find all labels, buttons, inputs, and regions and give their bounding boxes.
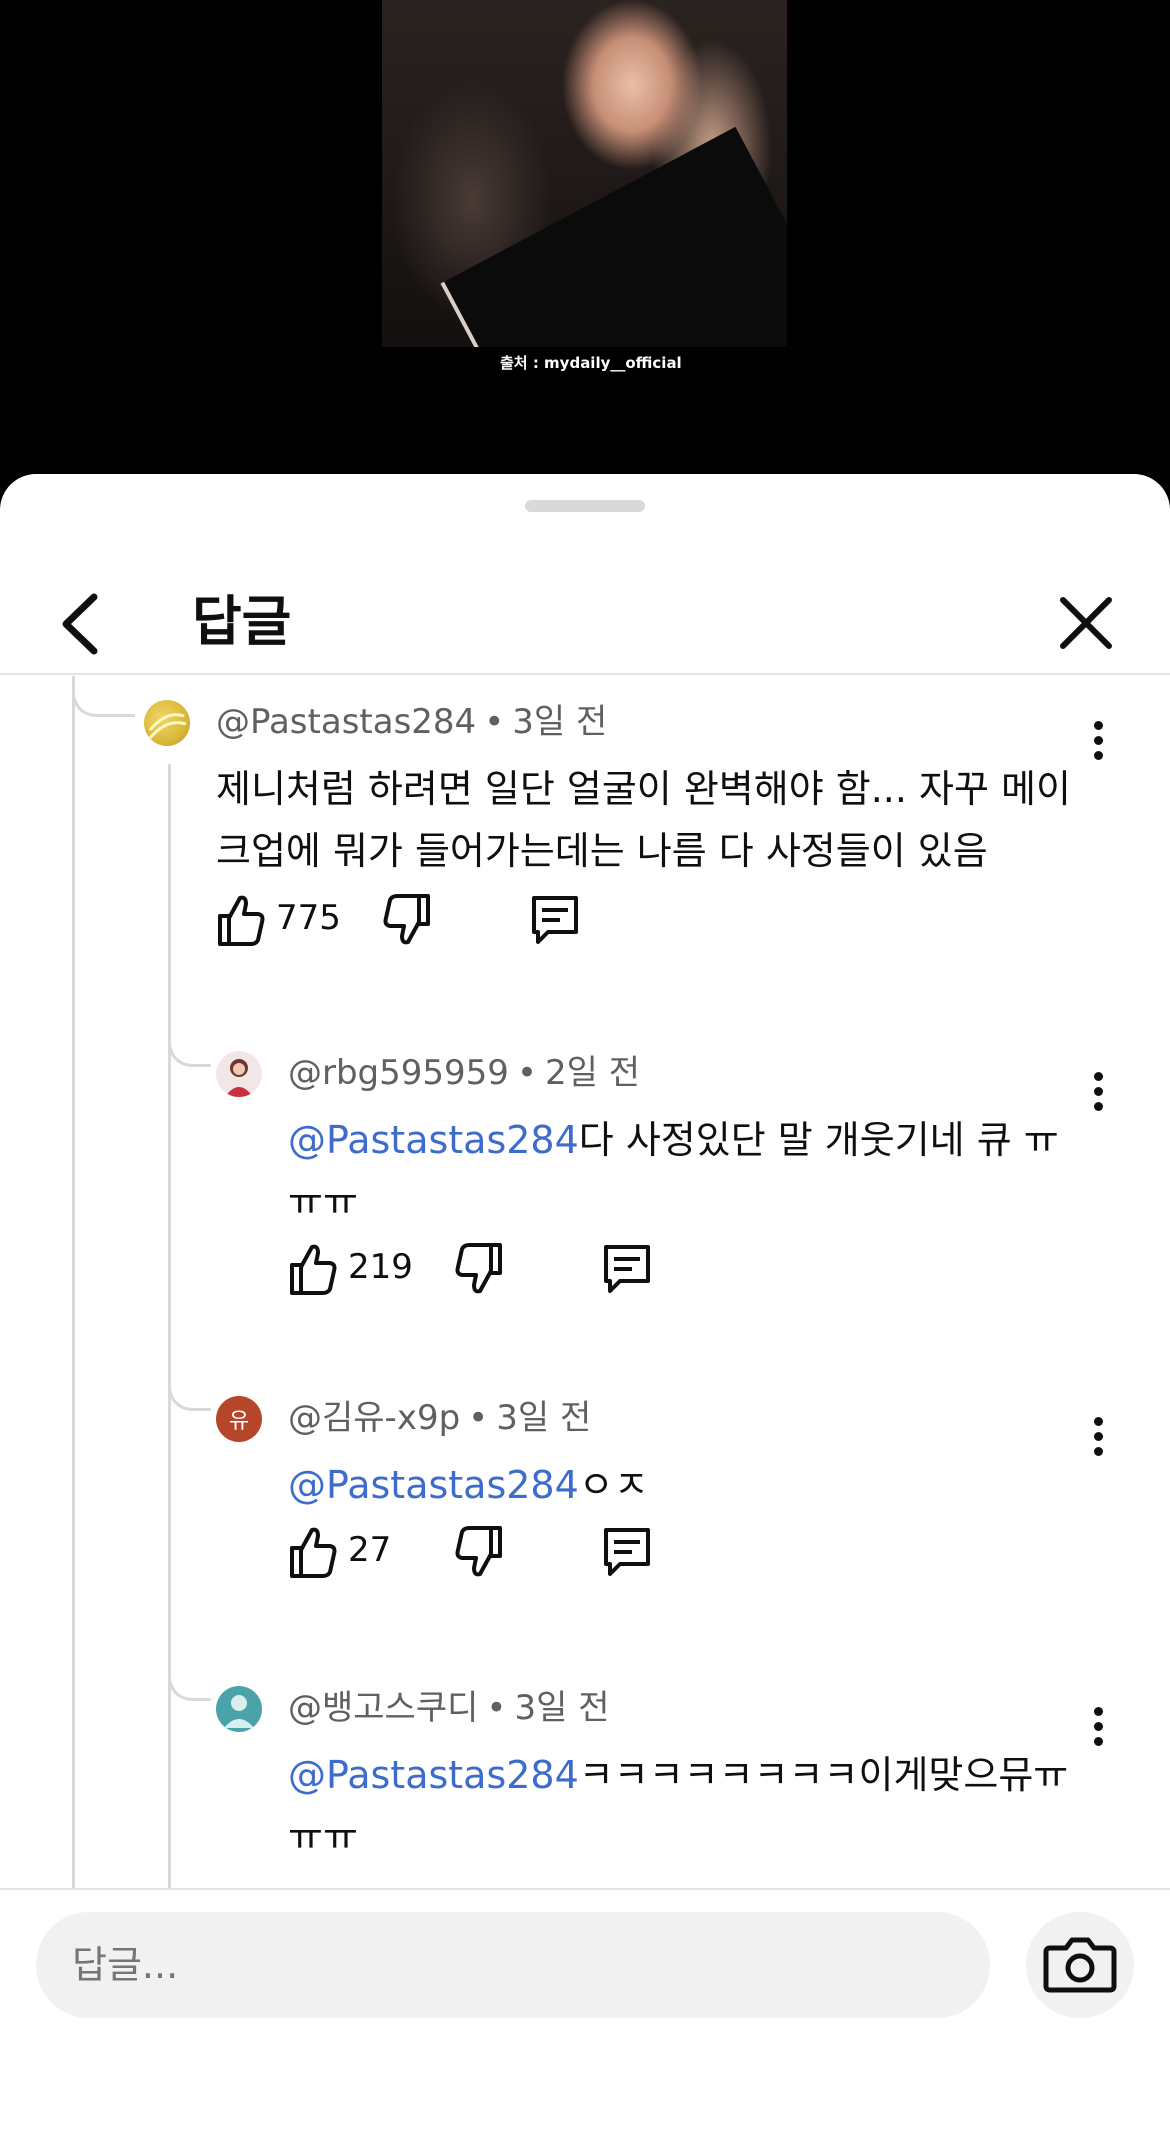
comment-meta: @김유-x9p • 3일 전 [288, 1398, 592, 1438]
comment-author[interactable]: @뱅고스쿠디 [288, 1688, 478, 1728]
comment-text-content: ㅇㅈ [578, 1463, 649, 1507]
avatar-pattern-icon [148, 713, 187, 739]
close-button[interactable] [1055, 592, 1117, 654]
camera-icon [1043, 1937, 1117, 1993]
back-button[interactable] [54, 589, 114, 659]
mention-link[interactable]: @Pastastas284 [288, 1118, 579, 1162]
reply-composer [0, 1888, 1170, 2145]
reply-button[interactable] [600, 1239, 656, 1299]
avatar[interactable] [144, 700, 190, 746]
comment-time: 3일 전 [514, 1688, 610, 1728]
comment-text: @Pastastas284ㅋㅋㅋㅋㅋㅋㅋㅋ이게맞으뮤ㅠㅠㅠ [288, 1744, 1088, 1868]
page-title: 답글 [192, 590, 292, 653]
thread-elbow [168, 1370, 211, 1411]
close-icon [1060, 597, 1112, 649]
thread-line-outer [72, 676, 75, 1888]
avatar-letter: 유 [228, 1409, 250, 1434]
camera-button[interactable] [1026, 1912, 1134, 2018]
avatar[interactable] [216, 1686, 262, 1732]
thumbs-up-icon [290, 1244, 337, 1295]
comment-meta: @Pastastas284 • 3일 전 [216, 702, 608, 742]
comment-text: 제니처럼 하려면 일단 얼굴이 완벽해야 함... 자꾸 메이크업에 뭐가 들어… [216, 767, 1071, 873]
video-player[interactable]: 출처 : mydaily__official [0, 0, 1170, 500]
comment-meta: @rbg595959 • 2일 전 [288, 1053, 640, 1093]
dislike-button[interactable] [454, 1239, 510, 1299]
sheet-header: 답글 [0, 554, 1170, 674]
comment-text: @Pastastas284다 사정있단 말 개웃기네 큐 ㅠㅠㅠ [288, 1109, 1088, 1233]
comment-author[interactable]: @김유-x9p [288, 1398, 460, 1438]
comment-text: @Pastastas284ㅇㅈ [288, 1454, 1088, 1516]
replies-sheet: 답글 @Pastastas284 • 3일 전 제니처럼 하려면 일단 얼굴이 완벽… [0, 474, 1170, 2145]
video-figure [440, 126, 787, 347]
comment-time: 2일 전 [545, 1053, 640, 1093]
mention-link[interactable]: @Pastastas284 [288, 1463, 579, 1507]
like-button[interactable]: 219 [288, 1239, 418, 1299]
thumbs-up-icon [218, 895, 265, 946]
comment-author[interactable]: @rbg595959 [288, 1053, 509, 1093]
avatar[interactable]: 유 [216, 1396, 262, 1442]
reply-input[interactable] [36, 1912, 990, 2018]
comment-actions: 775 [216, 890, 816, 950]
comment-actions: 27 [288, 1522, 888, 1582]
like-count: 27 [348, 1530, 392, 1570]
comment-icon [604, 1245, 650, 1293]
more-options-button[interactable] [1078, 710, 1118, 770]
thumbs-down-icon [455, 1526, 502, 1577]
header-divider [0, 673, 1170, 675]
video-frame [382, 0, 787, 347]
thumbs-down-icon [383, 894, 430, 945]
dislike-button[interactable] [382, 890, 438, 950]
thread-elbow [168, 1660, 211, 1701]
like-button[interactable]: 775 [216, 890, 346, 950]
comment-icon [604, 1528, 650, 1576]
reply-button[interactable] [528, 890, 584, 950]
chevron-left-icon [62, 593, 98, 655]
comment-actions: 219 [288, 1239, 888, 1299]
thread-elbow [72, 676, 135, 717]
person-avatar-icon [225, 1059, 253, 1097]
thread-elbow [168, 1026, 211, 1067]
like-button[interactable]: 27 [288, 1522, 418, 1582]
like-count: 775 [276, 898, 341, 938]
reply-button[interactable] [600, 1522, 656, 1582]
mention-link[interactable]: @Pastastas284 [288, 1753, 579, 1797]
default-user-icon [224, 1695, 254, 1728]
avatar[interactable] [216, 1051, 262, 1097]
thread-line-inner [168, 764, 171, 1888]
comment-time: 3일 전 [512, 702, 608, 742]
thumbs-down-icon [455, 1243, 502, 1294]
comment-meta: @뱅고스쿠디 • 3일 전 [288, 1688, 610, 1728]
comment-icon [532, 896, 578, 944]
comment-author[interactable]: @Pastastas284 [216, 702, 476, 742]
drag-handle[interactable] [525, 500, 645, 512]
comment-time: 3일 전 [496, 1398, 592, 1438]
dislike-button[interactable] [454, 1522, 510, 1582]
thumbs-up-icon [290, 1527, 337, 1578]
like-count: 219 [348, 1247, 413, 1287]
video-caption: 출처 : mydaily__official [500, 354, 682, 372]
